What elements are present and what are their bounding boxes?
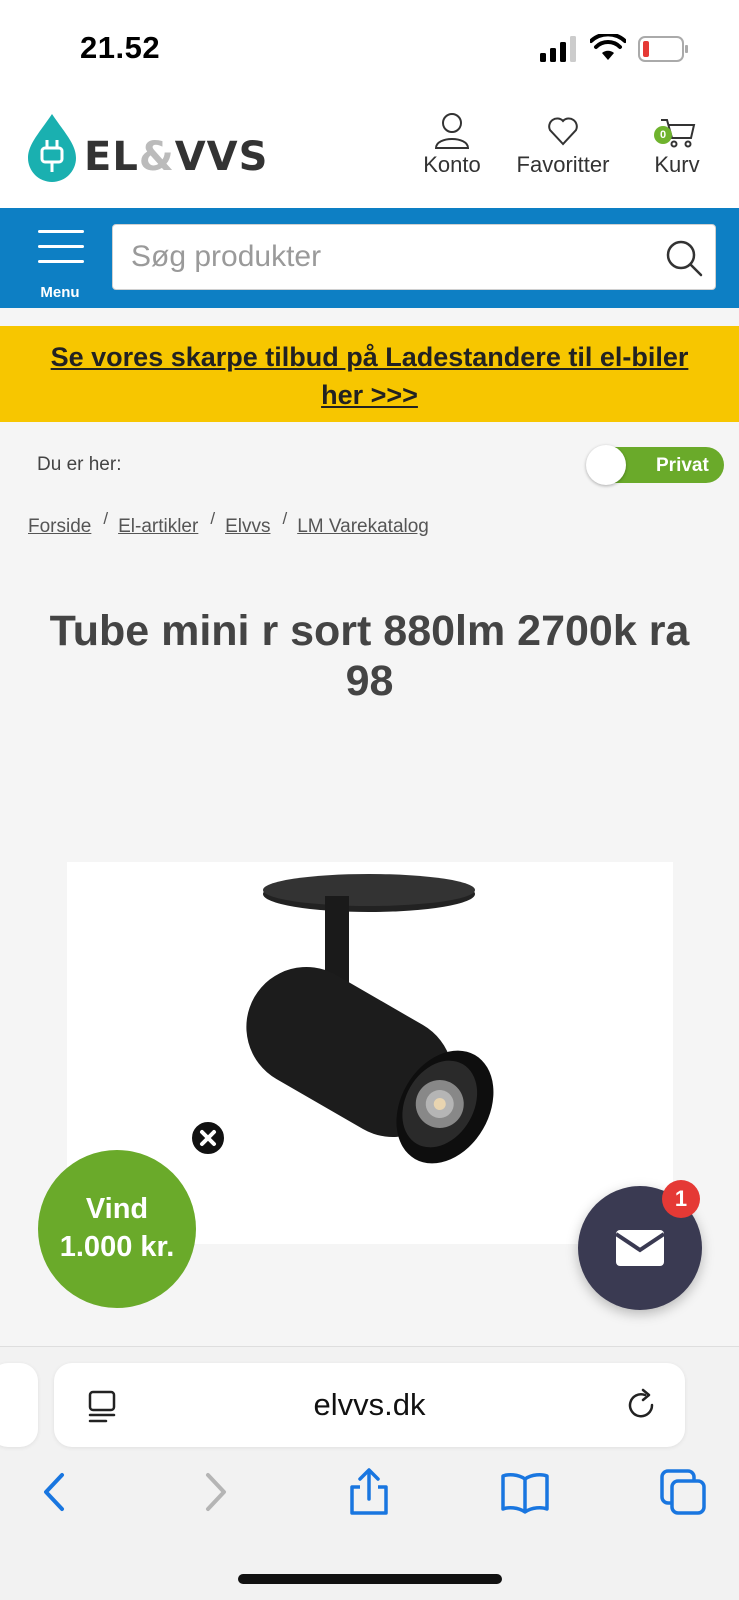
menu-button[interactable]: Menu — [30, 222, 90, 301]
battery-low-icon — [638, 36, 688, 62]
popup-line-2: 1.000 kr. — [59, 1231, 175, 1263]
breadcrumb-item-el-artikler[interactable]: El-artikler — [118, 516, 198, 537]
menu-label: Menu — [40, 284, 80, 301]
previous-tab-card[interactable] — [0, 1363, 38, 1447]
close-popup-button[interactable] — [190, 1120, 226, 1156]
cart-label: Kurv — [654, 152, 700, 177]
breadcrumb-item-forside[interactable]: Forside — [28, 516, 91, 537]
location-label: Du er her: — [37, 454, 122, 475]
search-icon[interactable] — [665, 239, 703, 277]
browser-toolbar: elvvs.dk — [0, 1346, 739, 1600]
breadcrumb-item-elvvs[interactable]: Elvvs — [225, 516, 270, 537]
breadcrumb-separator: / — [210, 509, 216, 528]
breadcrumb-separator: / — [103, 509, 109, 528]
toggle-label: Privat — [656, 455, 709, 476]
forward-icon[interactable] — [190, 1467, 240, 1517]
customer-type-toggle[interactable]: Privat — [586, 445, 726, 485]
win-contest-popup[interactable]: Vind 1.000 kr. — [38, 1150, 196, 1308]
hamburger-icon — [38, 230, 84, 275]
toggle-knob — [586, 445, 626, 485]
address-bar[interactable]: elvvs.dk — [54, 1363, 685, 1447]
wifi-icon — [590, 34, 626, 60]
reload-icon[interactable] — [624, 1387, 660, 1423]
search-box — [112, 224, 716, 290]
url-text: elvvs.dk — [313, 1387, 426, 1422]
status-time: 21.52 — [80, 30, 161, 65]
status-bar: 21.52 — [0, 0, 739, 98]
share-icon[interactable] — [344, 1467, 394, 1517]
cellular-signal-icon — [540, 36, 576, 62]
account-label: Konto — [423, 152, 481, 177]
home-indicator — [238, 1574, 502, 1584]
popup-line-1: Vind — [85, 1193, 149, 1225]
user-icon — [434, 113, 470, 149]
favorites-label: Favoritter — [516, 152, 610, 177]
close-icon — [200, 1130, 216, 1146]
bookmarks-icon[interactable] — [500, 1467, 550, 1517]
breadcrumb-separator: / — [282, 509, 288, 528]
drop-plug-logo-icon — [28, 114, 76, 182]
site-logo[interactable]: EL&VVS — [26, 112, 267, 192]
breadcrumb: Forside / El-artikler / Elvvs / LM Varekatalog — [28, 509, 429, 538]
cart-count-badge: 0 — [654, 126, 672, 144]
back-icon[interactable] — [30, 1467, 80, 1517]
account-link[interactable]: Konto — [404, 112, 500, 178]
site-header: EL&VVS Konto Favoritter 0 Kurv — [0, 98, 739, 208]
promo-link[interactable]: Se vores skarpe tilbud på Ladestandere t… — [51, 342, 689, 410]
search-input[interactable] — [131, 225, 631, 289]
breadcrumb-item-lm-varekatalog[interactable]: LM Varekatalog — [297, 516, 429, 537]
promo-banner: Se vores skarpe tilbud på Ladestandere t… — [0, 326, 739, 422]
cart-link[interactable]: 0 Kurv — [646, 112, 708, 178]
heart-icon — [548, 117, 578, 146]
chat-notification-badge: 1 — [662, 1180, 700, 1218]
search-bar: Menu — [0, 208, 739, 308]
product-title: Tube mini r sort 880lm 2700k ra 98 — [49, 607, 690, 705]
favorites-link[interactable]: Favoritter — [508, 112, 618, 178]
logo-wordmark: EL&VVS — [84, 134, 269, 180]
tabs-icon[interactable] — [658, 1467, 708, 1517]
